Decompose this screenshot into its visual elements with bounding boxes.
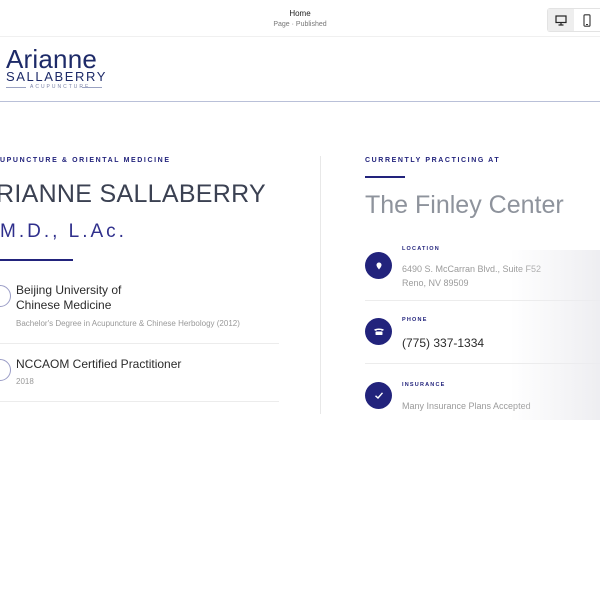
device-toggle — [547, 8, 600, 32]
mobile-view-button[interactable] — [574, 9, 600, 31]
education-title-line-1: Beijing University of — [16, 283, 122, 297]
education-icon — [0, 285, 11, 307]
page-status: Page · Published — [273, 21, 327, 28]
certification-year: 2018 — [16, 377, 34, 386]
certification-icon — [0, 359, 11, 381]
phone-label: PHONE — [402, 317, 428, 323]
education-title-line-2: Chinese Medicine — [16, 298, 112, 312]
certification-divider — [0, 401, 279, 402]
currently-practicing-eyebrow: CURRENTLY PRACTICING AT — [365, 157, 501, 164]
phone-icon — [365, 318, 392, 345]
right-accent-divider — [365, 176, 405, 178]
check-icon — [365, 382, 392, 409]
column-divider — [320, 156, 321, 414]
location-icon — [365, 252, 392, 279]
center-name: The Finley Center — [365, 191, 564, 219]
page-title[interactable]: Home — [0, 9, 600, 18]
site-header: Arianne SALLABERRY ACUPUNCTURE — [0, 37, 600, 102]
logo-rule-right — [82, 87, 102, 88]
doctor-credentials: M.D., L.Ac. — [0, 221, 127, 242]
education-divider — [0, 343, 279, 344]
certification-title: NCCAOM Certified Practitioner — [16, 357, 182, 371]
education-subtitle: Bachelor's Degree in Acupuncture & Chine… — [16, 319, 240, 328]
insurance-label: INSURANCE — [402, 382, 446, 388]
accent-divider — [0, 259, 73, 261]
doctor-name: RIANNE SALLABERRY — [0, 180, 267, 208]
location-label: LOCATION — [402, 246, 440, 252]
mobile-icon — [583, 13, 591, 27]
education-title: Beijing University of Chinese Medicine — [16, 283, 121, 313]
logo-rule-left — [6, 87, 26, 88]
phone-number[interactable]: (775) 337-1334 — [402, 336, 484, 350]
background-fade — [510, 250, 600, 420]
desktop-view-button[interactable] — [548, 9, 574, 31]
editor-topbar: Home Page · Published — [0, 0, 600, 37]
practice-eyebrow: UPUNCTURE & ORIENTAL MEDICINE — [0, 157, 171, 164]
location-line-2: Reno, NV 89509 — [402, 278, 469, 288]
desktop-icon — [555, 14, 567, 26]
logo-surname: SALLABERRY — [6, 69, 108, 84]
